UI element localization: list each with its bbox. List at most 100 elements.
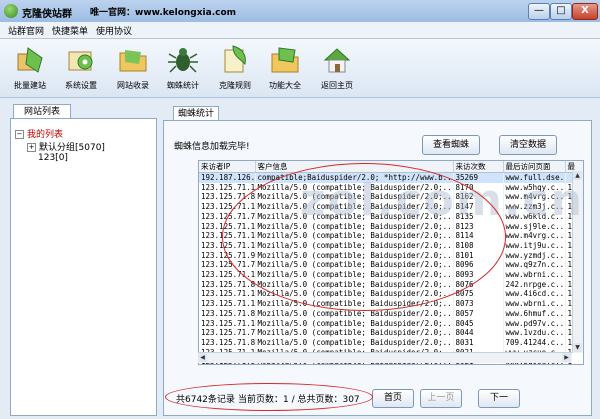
collapse-icon[interactable]: − — [15, 130, 24, 139]
table-row[interactable]: 123.125.71.77 Mozilla/5.0 (compatible; Ba… — [199, 211, 583, 222]
cell-visits: 8123 — [453, 221, 504, 232]
prev-page-button[interactable]: 上一页 — [420, 389, 462, 408]
table-row[interactable]: 123.125.71.82 Mozilla/5.0 (compatible; Ba… — [199, 308, 583, 319]
tab-site-list[interactable]: 网站列表 — [13, 104, 71, 119]
view-spider-button[interactable]: 查看蜘蛛 — [422, 135, 480, 155]
scroll-up-icon[interactable]: ▲ — [573, 171, 582, 180]
table-row[interactable]: 123.125.71.109Mozilla/5.0 (compatible; B… — [199, 289, 583, 300]
cell-visits: 8093 — [453, 270, 504, 280]
clone-rules-button[interactable]: 克隆规则 — [212, 42, 258, 95]
cell-client: Mozilla/5.0 (compatible; Baiduspider/2.0… — [255, 279, 454, 290]
tree-item-label: 123[0] — [38, 153, 68, 163]
cell-visits: 8073 — [453, 299, 504, 309]
cell-visits: 8031 — [453, 337, 504, 348]
cell-visits: 8076 — [453, 279, 504, 290]
cell-last-page: www.q9z7n.c... — [503, 260, 566, 271]
cell-ip: 123.125.71.82 — [199, 308, 256, 319]
cell-visits: 8045 — [453, 318, 504, 329]
cell-visits: 8057 — [453, 308, 504, 319]
column-header-client[interactable]: 客户信息 — [255, 161, 454, 173]
close-button[interactable]: X — [572, 3, 598, 20]
home-icon — [323, 48, 351, 73]
cell-client: Mozilla/5.0 (compatible; Baiduspider/2.0… — [255, 231, 454, 241]
cell-ip: 123.125.71.73 — [199, 328, 256, 338]
table-row[interactable]: 123.125.71.110Mozilla/5.0 (compatible; B… — [199, 318, 583, 329]
tree-group-label: 默认分组[5070] — [39, 143, 105, 153]
tree-root[interactable]: − 我的列表 — [15, 127, 63, 140]
column-header-visits[interactable]: 来访次数 — [453, 161, 504, 173]
table-row[interactable]: 123.125.71.112Mozilla/5.0 (compatible; B… — [199, 299, 583, 309]
scroll-right-icon[interactable]: ▶ — [562, 353, 571, 362]
menu-shortcuts[interactable]: 快捷菜单 — [52, 24, 88, 37]
tab-spider-stats[interactable]: 蜘蛛统计 — [173, 106, 219, 121]
table-row[interactable]: 123.125.71.115Mozilla/5.0 (compatible; B… — [199, 270, 583, 280]
cell-last-page: www.w6kld.c... — [503, 211, 566, 222]
maximize-button[interactable]: □ — [550, 3, 572, 20]
table-row[interactable]: 123.125.71.71 Mozilla/5.0 (compatible; Ba… — [199, 260, 583, 271]
table-row[interactable]: 123.125.71.90 Mozilla/5.0 (compatible; Ba… — [199, 250, 583, 261]
table-row[interactable]: 123.125.71.116Mozilla/5.0 (compatible; B… — [199, 231, 583, 241]
cell-ip: 123.125.71.110 — [199, 318, 256, 329]
menu-agreement[interactable]: 使用协议 — [96, 24, 132, 37]
cell-visits: 8114 — [453, 231, 504, 241]
cell-last-page: www.full.dse... — [503, 172, 566, 183]
table-row[interactable]: 123.125.71.114Mozilla/5.0 (compatible; B… — [199, 221, 583, 232]
vertical-scrollbar[interactable]: ▲ ▼ — [572, 171, 583, 353]
horizontal-scrollbar[interactable]: ◀ ▶ — [198, 352, 572, 363]
tool-label: 网站收录 — [117, 81, 149, 90]
clear-data-button[interactable]: 清空数据 — [499, 135, 557, 155]
app-window: 克隆侠站群 唯一官网：www.kelongxia.com — □ X 站群官网 … — [0, 0, 600, 419]
spider-stats-button[interactable]: 蜘蛛统计 — [160, 42, 206, 95]
cell-client: Mozilla/5.0 (compatible; Baiduspider/2.0… — [255, 192, 454, 203]
cell-ip: 123.125.71.112 — [199, 299, 256, 309]
first-page-button[interactable]: 首页 — [372, 389, 414, 408]
window-title: 克隆侠站群 — [22, 9, 72, 20]
cell-visits: 8147 — [453, 202, 504, 212]
system-settings-button[interactable]: 系统设置 — [58, 42, 104, 95]
expand-icon[interactable]: + — [27, 143, 36, 152]
cell-last-page: www.m4vrg.c... — [503, 231, 566, 241]
cell-visits: 8075 — [453, 289, 504, 300]
table-row[interactable]: 123.125.71.106Mozilla/5.0 (compatible; B… — [199, 240, 583, 251]
menu-official-site[interactable]: 站群官网 — [8, 24, 44, 37]
menu-bar: 站群官网 快捷菜单 使用协议 — [0, 22, 600, 39]
back-home-button[interactable]: 返回主页 — [314, 42, 360, 95]
page-info-text: 当前页数：1 / 总共页数：307 — [238, 395, 360, 405]
column-header-ip[interactable]: 来访者IP — [199, 161, 256, 173]
cell-ip: 123.125.71.101 — [199, 202, 256, 212]
tool-label: 蜘蛛统计 — [167, 81, 199, 90]
table-row[interactable]: 192.187.126.162compatible;Baiduspider/2.… — [199, 172, 583, 183]
table-row[interactable]: 123.125.71.88 Mozilla/5.0 (compatible; Ba… — [199, 337, 583, 348]
cell-visits: 8170 — [453, 182, 504, 193]
cell-client: Mozilla/5.0 (compatible; Baiduspider/2.0… — [255, 270, 454, 280]
title-bar: 克隆侠站群 唯一官网：www.kelongxia.com — □ X — [0, 0, 600, 23]
scroll-down-icon[interactable]: ▼ — [573, 343, 582, 352]
cell-visits: 35269 — [453, 172, 504, 183]
cell-client: Mozilla/5.0 (compatible; Baiduspider/2.0… — [255, 221, 454, 232]
load-status-text: 蜘蛛信息加载完毕! — [174, 142, 250, 152]
table-row[interactable]: 123.125.71.113Mozilla/5.0 (compatible; B… — [199, 182, 583, 193]
table-row[interactable]: 123.125.71.73 Mozilla/5.0 (compatible; Ba… — [199, 328, 583, 338]
app-logo-icon — [4, 4, 18, 18]
column-header-last-page[interactable]: 最后访问页面 — [503, 161, 566, 173]
tool-label: 系统设置 — [65, 81, 97, 90]
next-page-button[interactable]: 下一 — [478, 389, 520, 408]
tree-group[interactable]: + 默认分组[5070] — [27, 140, 105, 153]
minimize-button[interactable]: — — [528, 3, 550, 20]
scroll-left-icon[interactable]: ◀ — [198, 353, 207, 362]
tree-item[interactable]: 123[0] — [38, 153, 68, 163]
table-row[interactable]: 123.125.71.84 Mozilla/5.0 (compatible; Ba… — [199, 192, 583, 203]
table-row[interactable]: 123.125.71.83 Mozilla/5.0 (compatible; Ba… — [199, 279, 583, 290]
all-functions-button[interactable]: 功能大全 — [262, 42, 308, 95]
cell-visits: 8044 — [453, 328, 504, 338]
cell-last-page: www.zzm3j.c... — [503, 202, 566, 212]
cell-last-page: www.pd97v.c... — [503, 318, 566, 329]
table-header-row: 来访者IP 客户信息 来访次数 最后访问页面 最 — [199, 161, 583, 173]
table-row[interactable]: 123.125.71.101Mozilla/5.0 (compatible; B… — [199, 202, 583, 212]
site-index-button[interactable]: 网站收录 — [110, 42, 156, 95]
tool-label: 功能大全 — [269, 81, 301, 90]
batch-site-button[interactable]: 批量建站 — [7, 42, 53, 95]
cell-last-page: www.4i6cd.c... — [503, 289, 566, 300]
cell-ip: 123.125.71.114 — [199, 221, 256, 232]
cell-visits: 8162 — [453, 192, 504, 203]
